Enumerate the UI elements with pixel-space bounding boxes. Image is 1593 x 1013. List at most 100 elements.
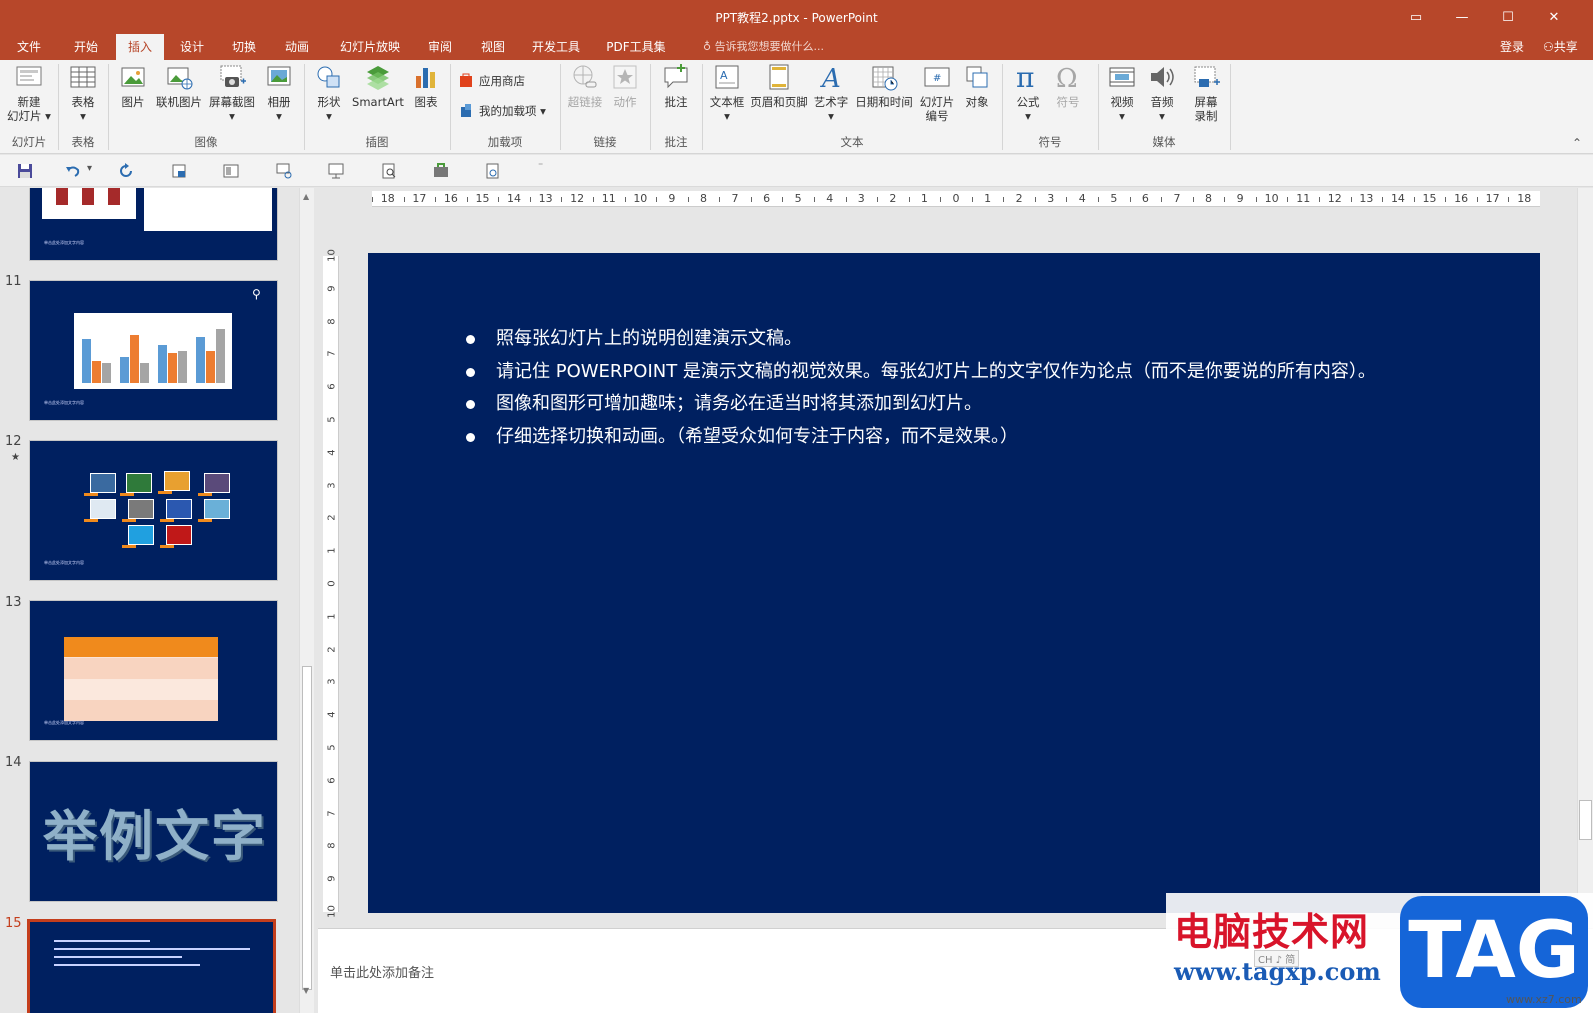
login-button[interactable]: 登录 [1500,34,1524,60]
bullet-item[interactable]: 请记住 POWERPOINT 是演示文稿的视觉效果。每张幻灯片上的文字仅作为论点… [466,356,1376,389]
slide-thumbnail[interactable]: 单击此处添加文字内容 [29,188,278,261]
thumb-picture [128,525,154,545]
print-preview-icon[interactable] [380,162,398,180]
maximize-button[interactable]: ☐ [1485,0,1531,34]
scrollbar-thumb[interactable] [302,666,312,990]
date-time-button[interactable]: 日期和时间 [853,62,915,109]
chart-button[interactable]: 图表 [408,62,444,109]
bullet-item[interactable]: 仔细选择切换和动画。（希望受众如何专注于内容，而不是效果。） [466,421,1376,454]
tab-insert[interactable]: 插入 [116,34,164,60]
ruler-dot [908,197,910,202]
ruler-tick-label: 2 [889,192,897,205]
tab-transitions[interactable]: 切换 [222,34,266,60]
table-button[interactable]: 表格 ▾ [64,62,102,123]
smartart-button[interactable]: SmartArt [350,62,406,109]
notes-placeholder[interactable]: 单击此处添加备注 [330,962,434,981]
wordart-button[interactable]: A 艺术字 ▾ [811,62,851,123]
online-picture-button[interactable]: 联机图片 [154,62,204,109]
screenshot-button[interactable]: 屏幕截图 ▾ [206,62,258,123]
slide-canvas[interactable]: 照每张幻灯片上的说明创建演示文稿。 请记住 POWERPOINT 是演示文稿的视… [368,253,1540,913]
my-addins-button[interactable]: 我的加载项 ▾ [459,102,546,120]
slide-thumbnail[interactable]: ⚲ 单击此处添加文字内容 [29,280,278,421]
store-button[interactable]: 应用商店 [459,72,525,90]
slide-number: 12 [5,434,22,449]
share-button[interactable]: ⚇共享 [1543,34,1578,60]
bullet-item[interactable]: 图像和图形可增加趣味；请务必在适当时将其添加到幻灯片。 [466,388,1376,421]
tab-file[interactable]: 文件 [8,34,50,60]
thumb-chart-bar [92,361,101,383]
bullet-item[interactable]: 照每张幻灯片上的说明创建演示文稿。 [466,323,1376,356]
tab-developer[interactable]: 开发工具 [525,34,587,60]
presenter-icon[interactable] [275,162,293,180]
ruler-dot [940,197,942,202]
thumbnail-scrollbar[interactable]: ▲ ▼ [299,188,314,1013]
group-links-label: 链接 [593,135,617,149]
comment-button[interactable]: 批注 [656,62,696,109]
scrollbar-thumb[interactable] [1579,800,1592,840]
new-slide-button[interactable]: 新建 幻灯片 ▾ [5,62,53,123]
shapes-button[interactable]: 形状 ▾ [311,62,347,123]
thumb-picture [166,499,192,519]
textbox-button[interactable]: A 文本框 ▾ [706,62,748,123]
slide-show-icon[interactable] [327,162,345,180]
minimize-button[interactable]: — [1439,0,1485,34]
save-icon[interactable] [16,162,34,180]
ruler-tick-label: 10 [633,192,648,205]
touch-mode-icon[interactable] [484,162,502,180]
chevron-down-icon: ▾ [276,109,282,123]
tab-pdf-tools[interactable]: PDF工具集 [600,34,672,60]
equation-button[interactable]: π 公式 ▾ [1010,62,1046,123]
scroll-down-icon[interactable]: ▼ [303,986,309,995]
slide-thumbnail-selected[interactable] [27,919,276,1013]
tab-view[interactable]: 视图 [471,34,515,60]
ruler-dot [1508,197,1510,202]
tab-home[interactable]: 开始 [64,34,108,60]
from-beginning-icon[interactable] [170,162,188,180]
bullet-list[interactable]: 照每张幻灯片上的说明创建演示文稿。 请记住 POWERPOINT 是演示文稿的视… [466,323,1376,453]
tab-review[interactable]: 审阅 [418,34,462,60]
ruler-dot [498,197,500,202]
slide-thumbnail[interactable]: 单击此处添加文字内容 [29,440,278,581]
ruler-dot [1034,197,1036,202]
ruler-tick-label: 14 [507,192,522,205]
editor-scrollbar[interactable] [1577,188,1593,928]
ribbon-display-icon[interactable]: ▭ [1393,0,1439,34]
scroll-up-icon[interactable]: ▲ [303,192,309,201]
slide-thumbnail[interactable]: 举例文字 [29,761,278,902]
picture-button[interactable]: 图片 [115,62,151,109]
close-button[interactable]: ✕ [1531,0,1577,34]
redo-icon[interactable] [117,162,135,180]
thumb-caption: 单击此处添加文字内容 [44,240,84,245]
thumb-picture-label [122,545,136,548]
ruler-tick-label: 11 [1296,192,1311,205]
slide-thumbnail[interactable]: 单击此处添加文字内容 [29,600,278,741]
pi-icon: π [1016,62,1034,92]
qat-more-icon[interactable]: ⁼ [538,161,543,172]
slide-number-button[interactable]: # 幻灯片 编号 [917,62,957,123]
hyperlink-button[interactable]: 超链接 [564,62,606,109]
tab-slideshow[interactable]: 幻灯片放映 [332,34,408,60]
tab-design[interactable]: 设计 [170,34,214,60]
collapse-ribbon-icon[interactable]: ⌃ [1572,136,1582,150]
thumb-picture-label [122,519,136,522]
ruler-tick-label: 15 [475,192,490,205]
audio-button[interactable]: 音频 ▾ [1144,62,1180,123]
tab-animations[interactable]: 动画 [275,34,319,60]
watermark-tag-logo: TAG [1400,896,1588,1008]
object-button[interactable]: 对象 [959,62,995,109]
thumb-caption: 单击此处添加文字内容 [44,560,84,565]
action-button[interactable]: 动作 [608,62,642,109]
symbol-button[interactable]: Ω 符号 [1050,62,1086,109]
header-footer-button[interactable]: 页眉和页脚 [749,62,809,109]
undo-icon[interactable] [64,162,82,180]
layout-icon[interactable] [222,162,240,180]
ruler-tick-label: 17 [1485,192,1500,205]
customize-icon[interactable] [432,162,450,180]
tell-me-search[interactable]: ♁ 告诉我您想要做什么... [703,34,824,60]
thumb-picture [164,471,190,491]
ruler-tick-label: 3 [1047,192,1055,205]
photo-album-button[interactable]: 相册 ▾ [261,62,297,123]
screen-recording-button[interactable]: 屏幕 录制 [1186,62,1226,123]
video-button[interactable]: 视频 ▾ [1104,62,1140,123]
chevron-down-icon[interactable]: ▾ [87,163,92,174]
